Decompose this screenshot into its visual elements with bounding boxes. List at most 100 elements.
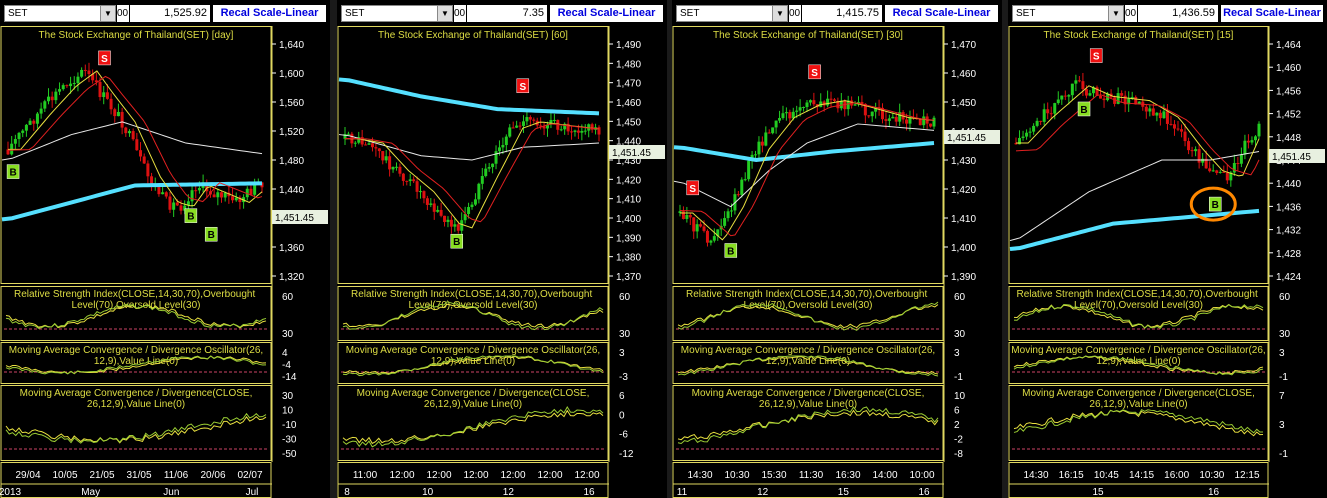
- candle-body: [808, 100, 812, 103]
- price-field[interactable]: 1,415.75: [802, 5, 882, 22]
- small-field[interactable]: 00: [789, 5, 801, 22]
- candle-body: [681, 211, 685, 219]
- candle-body: [726, 211, 730, 219]
- time-label: 14:30: [1023, 470, 1048, 481]
- chevron-down-icon[interactable]: ▼: [772, 6, 787, 21]
- signal-label: B: [1212, 200, 1219, 211]
- candle-body: [415, 181, 419, 192]
- chart-panel-3: SET ▼ 00 1,415.75 Recal Scale-Linear The Stoc…: [672, 0, 1002, 498]
- candle-body: [87, 70, 91, 75]
- price-field[interactable]: 7.35: [467, 5, 547, 22]
- price-tick-label: 1,448: [1276, 133, 1301, 144]
- candle-body: [870, 111, 874, 117]
- macd_osc_title-text: Moving Average Convergence / Divergence …: [1011, 345, 1265, 367]
- candle-body: [1035, 120, 1039, 126]
- ma-long-line: [338, 77, 600, 116]
- macd_title-line-a: [342, 409, 604, 445]
- price-tick-label: 1,464: [1276, 40, 1301, 51]
- candle-body: [65, 85, 69, 87]
- macd_osc_title-line: Moving Average Convergence / Divergence …: [346, 345, 600, 356]
- small-field[interactable]: 00: [1125, 5, 1137, 22]
- candle-body: [1049, 113, 1053, 115]
- candle-body: [105, 92, 109, 99]
- price-tick-label: 1,452: [1276, 110, 1301, 121]
- symbol-select[interactable]: SET ▼: [4, 5, 116, 22]
- macd_osc_title-text: Moving Average Convergence / Divergence …: [9, 345, 263, 367]
- chart-canvas[interactable]: The Stock Exchange of Thailand(SET) [60]…: [337, 26, 667, 498]
- candle-body: [795, 110, 799, 112]
- macd_osc_ticks-label: 3: [619, 348, 625, 359]
- macd_title-text: Moving Average Convergence / Divergence(…: [357, 388, 590, 410]
- candle-body: [518, 125, 522, 127]
- macd_osc_ticks-label: -14: [282, 372, 297, 383]
- recal-scale-button[interactable]: Recal Scale-Linear: [550, 5, 663, 22]
- macd_ticks-label: 2: [954, 420, 960, 431]
- candle-body: [757, 141, 761, 155]
- recal-scale-button[interactable]: Recal Scale-Linear: [1221, 5, 1323, 22]
- time-label: 14:00: [872, 470, 897, 481]
- price-tick-label: 1,460: [1276, 63, 1301, 74]
- candle-body: [1084, 89, 1088, 96]
- candle-body: [1158, 112, 1162, 119]
- chevron-down-icon[interactable]: ▼: [100, 6, 115, 21]
- candle-body: [1208, 168, 1212, 172]
- price-tick-label: 1,400: [951, 243, 976, 254]
- price-field[interactable]: 1,436.59: [1138, 5, 1218, 22]
- time-label: 12:00: [500, 470, 525, 481]
- candle-body: [1246, 140, 1250, 143]
- ma-white-line: [673, 123, 935, 208]
- candle-body: [1257, 123, 1261, 137]
- candle-body: [98, 82, 102, 98]
- chevron-down-icon[interactable]: ▼: [1108, 6, 1123, 21]
- candle-body: [1211, 170, 1215, 172]
- candle-body: [412, 179, 416, 182]
- candle-body: [484, 168, 488, 177]
- macd_osc_title-text: Moving Average Convergence / Divergence …: [346, 345, 600, 367]
- candle-body: [487, 167, 491, 169]
- candle-body: [580, 130, 584, 133]
- price-tick-label: 1,320: [279, 272, 304, 283]
- candle-body: [1025, 132, 1029, 137]
- symbol-select[interactable]: SET ▼: [1012, 5, 1124, 22]
- candle-body: [249, 188, 253, 195]
- candle-body: [17, 132, 21, 140]
- recal-scale-button[interactable]: Recal Scale-Linear: [213, 5, 326, 22]
- price-tick-label: 1,390: [616, 233, 641, 244]
- rsi_title-line: Relative Strength Index(CLOSE,14,30,70),…: [14, 289, 258, 300]
- chart-canvas[interactable]: The Stock Exchange of Thailand(SET) [15]…: [1008, 26, 1327, 498]
- macd_ticks-label: -6: [619, 430, 628, 441]
- rsi_ticks-label: 30: [1279, 329, 1291, 340]
- chart-canvas[interactable]: The Stock Exchange of Thailand(SET) [day…: [0, 26, 330, 498]
- candle-body: [370, 143, 374, 148]
- candle-body: [1232, 163, 1236, 173]
- chart-canvas[interactable]: The Stock Exchange of Thailand(SET) [30]…: [672, 26, 1002, 498]
- recal-scale-button[interactable]: Recal Scale-Linear: [885, 5, 998, 22]
- candle-body: [164, 192, 168, 197]
- candle-body: [932, 117, 936, 127]
- candle-body: [168, 196, 172, 210]
- candle-body: [740, 179, 744, 195]
- candle-body: [58, 89, 62, 92]
- price-tick-label: 1,450: [616, 117, 641, 128]
- panel-toolbar: SET ▼ 00 1,415.75 Recal Scale-Linear: [672, 0, 1002, 26]
- rsi_title-line: Relative Strength Index(CLOSE,14,30,70),…: [1016, 289, 1260, 300]
- price-tick-label: 1,424: [1276, 272, 1301, 283]
- symbol-select[interactable]: SET ▼: [341, 5, 453, 22]
- small-field[interactable]: 00: [117, 5, 129, 22]
- time-label: 12:00: [574, 470, 599, 481]
- time-label: 02/07: [237, 470, 262, 481]
- candle-body: [446, 219, 450, 222]
- price-field[interactable]: 1,525.92: [130, 5, 210, 22]
- candle-body: [685, 215, 689, 219]
- candle-body: [24, 124, 28, 131]
- macd_title-line: 26,12,9),Value Line(0): [424, 399, 522, 410]
- small-field[interactable]: 00: [454, 5, 466, 22]
- chevron-down-icon[interactable]: ▼: [437, 6, 452, 21]
- candle-body: [480, 176, 484, 184]
- date-label: 12: [503, 487, 515, 498]
- symbol-select[interactable]: SET ▼: [676, 5, 788, 22]
- candle-body: [1021, 136, 1025, 138]
- price-tick-label: 1,410: [616, 195, 641, 206]
- candle-body: [456, 224, 460, 231]
- candle-body: [743, 179, 747, 181]
